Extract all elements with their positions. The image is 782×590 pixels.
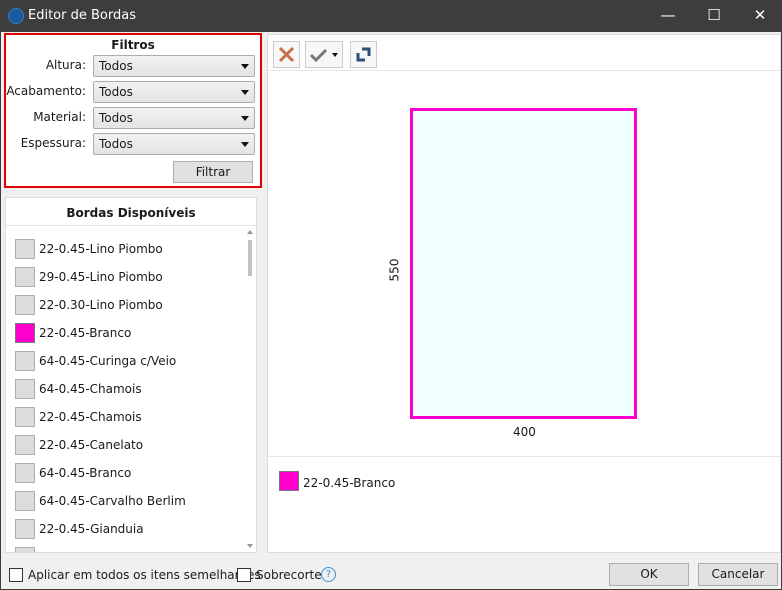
list-item-label: 22-0.45-Gianduia	[39, 522, 144, 536]
legend-swatch	[279, 471, 299, 491]
title-bar: Editor de Bordas — ☐ ✕	[1, 1, 782, 32]
scroll-up-icon[interactable]	[247, 230, 253, 234]
window-title: Editor de Bordas	[28, 8, 136, 23]
list-scrollbar[interactable]	[244, 228, 256, 552]
overcut-label: Sobrecorte	[256, 568, 322, 582]
color-swatch	[15, 435, 35, 455]
acabamento-label: Acabamento:	[6, 84, 86, 98]
border-preview-rect	[410, 108, 637, 419]
expand-icon	[356, 47, 371, 62]
acabamento-select[interactable]: Todos	[93, 81, 255, 103]
maximize-button[interactable]: ☐	[691, 1, 737, 32]
color-swatch	[15, 267, 35, 287]
scroll-down-icon[interactable]	[247, 544, 253, 548]
list-item-label: 64-0.45-Branco	[39, 466, 132, 480]
color-swatch	[15, 407, 35, 427]
filters-panel: Filtros Altura: Todos Acabamento: Todos …	[4, 33, 262, 188]
color-swatch	[15, 295, 35, 315]
list-item-label: 22-0.45-Chamois	[39, 410, 142, 424]
acabamento-value: Todos	[99, 85, 133, 99]
espessura-value: Todos	[99, 137, 133, 151]
material-value: Todos	[99, 111, 133, 125]
minimize-button[interactable]: —	[645, 1, 691, 32]
x-icon	[278, 46, 295, 63]
material-select[interactable]: Todos	[93, 107, 255, 129]
list-item[interactable]: 64-0.45-Branco	[15, 463, 235, 483]
ok-button[interactable]: OK	[609, 563, 689, 586]
color-swatch	[15, 547, 35, 552]
list-item[interactable]: 64-0.45-Chamois	[15, 379, 235, 399]
altura-value: Todos	[99, 59, 133, 73]
apply-similar-label: Aplicar em todos os itens semelhantes	[28, 568, 261, 582]
material-label: Material:	[33, 110, 86, 124]
list-item[interactable]: 22-0.45-Lino Piombo	[15, 239, 235, 259]
apply-similar-checkbox[interactable]	[9, 568, 23, 582]
help-icon[interactable]: ?	[321, 567, 336, 582]
overcut-checkbox[interactable]	[237, 568, 251, 582]
color-swatch	[15, 239, 35, 259]
list-item-label: 64-0.45-Carvalho Berlim	[39, 494, 186, 508]
check-icon	[309, 48, 338, 63]
close-button[interactable]: ✕	[737, 1, 782, 32]
espessura-label: Espessura:	[20, 136, 86, 150]
list-item-label: 64-0.45-Chamois	[39, 382, 142, 396]
list-item-label: 22-0.45-Lino Piombo	[39, 242, 163, 256]
list-item[interactable]: 22-0.30-Lino Piombo	[15, 295, 235, 315]
list-title: Bordas Disponíveis	[66, 206, 196, 220]
list-item[interactable]: 64-0.45-Carvalho Berlim	[15, 491, 235, 511]
list-item-label: 29-0.45-Lino Piombo	[39, 270, 163, 284]
apply-dropdown-button[interactable]	[305, 41, 343, 68]
list-item-partial[interactable]	[15, 547, 235, 552]
chevron-down-icon	[241, 64, 249, 69]
list-item-label: 22-0.45-Branco	[39, 326, 132, 340]
color-swatch	[15, 519, 35, 539]
color-swatch	[15, 491, 35, 511]
espessura-select[interactable]: Todos	[93, 133, 255, 155]
width-dimension: 400	[513, 425, 536, 439]
color-swatch	[15, 323, 35, 343]
preview-panel: 550 400 22-0.45-Branco	[267, 34, 781, 553]
list-item[interactable]: 22-0.45-Chamois	[15, 407, 235, 427]
altura-label: Altura:	[45, 58, 86, 72]
list-item[interactable]: 22-0.45-Gianduia	[15, 519, 235, 539]
color-swatch	[15, 463, 35, 483]
list-item-label: 22-0.45-Canelato	[39, 438, 144, 452]
chevron-down-icon	[241, 90, 249, 95]
filter-button[interactable]: Filtrar	[173, 161, 253, 183]
altura-select[interactable]: Todos	[93, 55, 255, 77]
color-swatch	[15, 379, 35, 399]
height-dimension: 550	[387, 258, 402, 282]
app-icon	[8, 8, 24, 24]
list-item-label: 22-0.30-Lino Piombo	[39, 298, 163, 312]
list-item-label: 64-0.45-Curinga c/Veio	[39, 354, 177, 368]
expand-button[interactable]	[350, 41, 377, 68]
cancel-button[interactable]: Cancelar	[698, 563, 778, 586]
legend-label: 22-0.45-Branco	[303, 476, 396, 490]
remove-button[interactable]	[273, 41, 300, 68]
list-item[interactable]: 64-0.45-Curinga c/Veio	[15, 351, 235, 371]
chevron-down-icon	[241, 116, 249, 121]
available-borders-list: Bordas Disponíveis 22-0.45-Lino Piombo 29…	[5, 197, 257, 553]
filters-title: Filtros	[111, 38, 155, 52]
color-swatch	[15, 351, 35, 371]
list-item[interactable]: 22-0.45-Canelato	[15, 435, 235, 455]
list-item[interactable]: 22-0.45-Branco	[15, 323, 235, 343]
scroll-thumb[interactable]	[248, 240, 252, 276]
list-item[interactable]: 29-0.45-Lino Piombo	[15, 267, 235, 287]
chevron-down-icon	[241, 142, 249, 147]
